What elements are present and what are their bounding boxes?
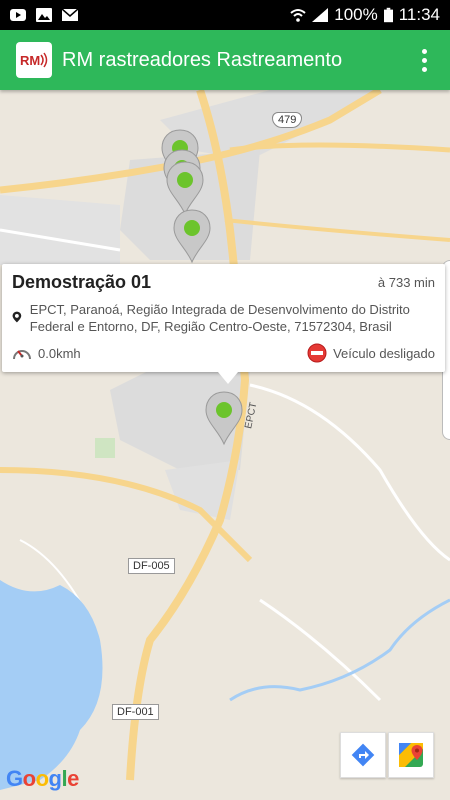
open-in-maps-button[interactable] [388,732,434,778]
wifi-icon [290,9,306,22]
youtube-icon [10,9,26,21]
last-update-time: à 733 min [377,275,435,290]
vehicle-marker-pin[interactable] [172,208,212,264]
google-logo-letter: G [6,766,23,791]
vehicle-info-window[interactable]: Demostração 01 à 733 min EPCT, Paranoá, … [2,264,445,384]
df-005-road-label: DF-005 [128,558,175,574]
google-attribution: Google [6,766,79,792]
vehicle-name: Demostração 01 [12,272,152,292]
overflow-menu-button[interactable] [412,40,436,80]
dot-icon [421,57,427,63]
directions-button[interactable] [340,732,386,778]
vehicle-address: EPCT, Paranoá, Região Integrada de Desen… [29,302,410,334]
google-logo-letter: o [35,766,49,791]
battery-level: 100% [334,5,378,24]
speedometer-icon [13,350,31,360]
app-logo: RM [16,42,52,78]
google-logo-letter: g [48,766,62,791]
signal-icon [312,8,329,22]
directions-icon [351,743,375,767]
app-title: RM rastreadores Rastreamento [62,48,343,71]
no-entry-icon [307,343,327,363]
app-bar: RM RM rastreadores Rastreamento [0,30,450,90]
dot-icon [421,66,427,72]
battery-icon [383,7,393,23]
google-logo-letter: o [22,766,36,791]
location-pin-icon [12,311,22,323]
df-001-road-label: DF-001 [112,704,159,720]
dot-icon [421,48,427,54]
vehicle-status: Veículo desligado [333,345,435,361]
vehicle-speed: 0.0kmh [38,345,81,361]
mail-icon [62,8,78,21]
google-logo-letter: e [67,766,79,791]
google-maps-icon [399,743,423,767]
route-479-shield: 479 [272,112,303,128]
svg-text:RM: RM [20,53,40,68]
status-bar: 100% 11:34 [0,0,450,30]
vehicle-marker-pin-selected[interactable] [204,390,244,446]
image-icon [36,8,52,22]
clock: 11:34 [398,5,440,24]
map-view[interactable]: 479 EPCT DF-005 DF-001 [0,90,450,800]
